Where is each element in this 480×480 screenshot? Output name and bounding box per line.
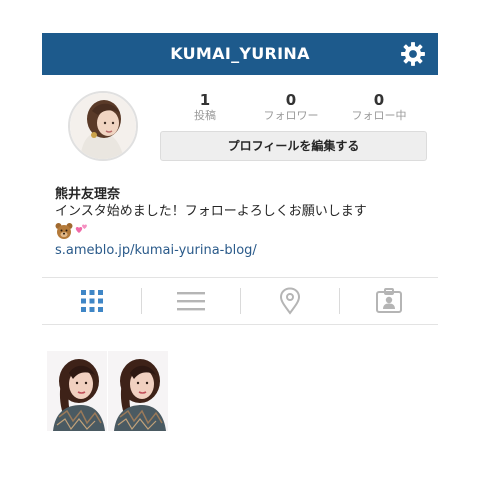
tab-location-view[interactable]	[240, 278, 339, 323]
stat-followers[interactable]: 0 フォロワー	[251, 91, 331, 123]
gear-icon[interactable]	[400, 41, 426, 67]
followers-count: 0	[285, 91, 297, 109]
bear-face-icon	[55, 223, 73, 239]
posts-count: 1	[199, 91, 211, 109]
post-photo-right	[108, 351, 168, 431]
display-name: 熊井友理奈	[55, 187, 121, 202]
two-hearts-icon	[75, 224, 87, 233]
posts-label: 投稿	[194, 109, 216, 122]
post-thumbnail[interactable]	[108, 351, 168, 431]
tab-list-view[interactable]	[141, 278, 240, 323]
followers-label: フォロワー	[263, 109, 319, 122]
grid-icon	[80, 289, 103, 312]
person-tag-icon	[375, 287, 402, 313]
list-icon	[176, 291, 205, 310]
stat-posts[interactable]: 1 投稿	[165, 91, 245, 123]
edit-profile-button[interactable]: プロフィールを編集する	[160, 131, 427, 161]
tab-grid-view[interactable]	[42, 278, 141, 323]
location-pin-icon	[279, 286, 300, 315]
stat-following[interactable]: 0 フォロー中	[339, 91, 419, 123]
profile-screen: KUMAI_YURINA 1 投稿 0 フォロワー 0 フォロー中 プロフィール…	[42, 33, 438, 453]
profile-link[interactable]: s.ameblo.jp/kumai-yurina-blog/	[55, 243, 257, 258]
post-thumbnail[interactable]	[47, 351, 107, 431]
bio-text: インスタ始めました！フォローよろしくお願いします	[55, 204, 367, 219]
post-photo-left	[47, 351, 107, 431]
tab-tagged-view[interactable]	[339, 278, 438, 323]
avatar[interactable]	[68, 91, 138, 161]
username-title: KUMAI_YURINA	[170, 44, 310, 63]
avatar-photo	[70, 93, 136, 159]
following-label: フォロー中	[351, 109, 407, 122]
tabs-bottom-divider	[42, 324, 438, 325]
bio-emojis	[55, 222, 89, 240]
following-count: 0	[373, 91, 385, 109]
top-bar: KUMAI_YURINA	[42, 33, 438, 75]
